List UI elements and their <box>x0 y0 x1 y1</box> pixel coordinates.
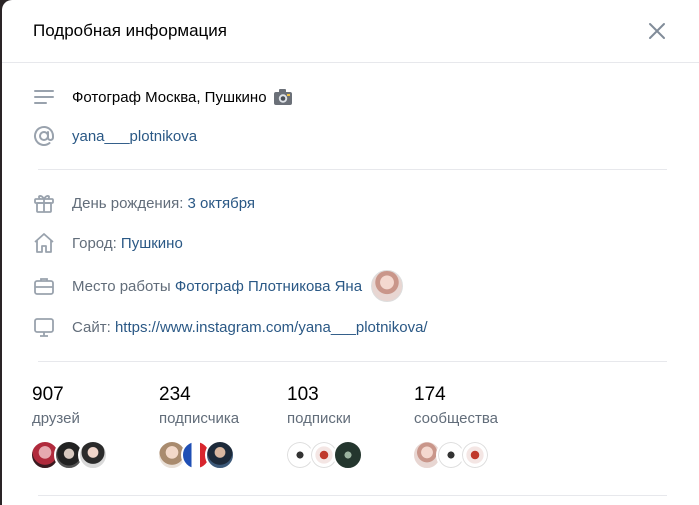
followers-avatars[interactable] <box>157 440 235 470</box>
stat-count: 907 <box>32 384 64 405</box>
status-text: Фотограф Москва, Пушкино <box>72 88 267 106</box>
work-avatar[interactable] <box>371 270 404 302</box>
stat-count: 234 <box>159 384 191 405</box>
stat-followers[interactable]: 234 подписчика <box>159 383 239 430</box>
city-value[interactable]: Пушкино <box>121 235 183 252</box>
modal-header: Подробная информация <box>2 0 699 63</box>
monitor-icon <box>34 318 54 337</box>
close-icon[interactable] <box>645 19 669 43</box>
home-icon <box>34 233 54 253</box>
birthday-value[interactable]: 3 октября <box>188 195 255 212</box>
stat-label: сообщества <box>414 410 498 427</box>
avatar[interactable] <box>333 440 363 470</box>
birthday-row: День рождения: 3 октября <box>32 191 255 215</box>
city-label: Город: <box>72 234 117 252</box>
work-label: Место работы <box>72 277 171 295</box>
stat-communities[interactable]: 174 сообщества <box>414 383 498 430</box>
menu-lines-icon <box>34 90 54 104</box>
avatar[interactable] <box>460 440 490 470</box>
avatar[interactable] <box>205 440 235 470</box>
subscriptions-avatars[interactable] <box>285 440 363 470</box>
username-link[interactable]: yana___plotnikova <box>72 128 197 145</box>
work-value[interactable]: Фотограф Плотникова Яна <box>175 278 362 295</box>
stat-subscriptions[interactable]: 103 подписки <box>287 383 351 430</box>
stat-count: 103 <box>287 384 319 405</box>
communities-avatars[interactable] <box>412 440 490 470</box>
work-row: Место работы Фотограф Плотникова Яна <box>32 270 404 302</box>
camera-emoji-icon <box>273 89 292 105</box>
divider <box>38 495 667 496</box>
divider <box>38 361 667 362</box>
stat-label: подписчика <box>159 410 240 427</box>
stat-label: друзей <box>32 410 80 427</box>
birthday-label: День рождения: <box>72 194 184 212</box>
at-sign-icon <box>34 125 54 146</box>
divider <box>38 169 667 170</box>
site-row: Сайт: https://www.instagram.com/yana___p… <box>32 315 428 339</box>
avatar[interactable] <box>78 440 108 470</box>
site-label: Сайт: <box>72 318 111 336</box>
username-row: yana___plotnikova <box>32 124 197 148</box>
stat-friends[interactable]: 907 друзей <box>32 383 80 430</box>
gift-icon <box>34 195 54 213</box>
status-row: Фотограф Москва, Пушкино <box>32 85 293 109</box>
site-link[interactable]: https://www.instagram.com/yana___plotnik… <box>115 319 428 336</box>
briefcase-icon <box>34 278 54 295</box>
stat-label: подписки <box>287 410 351 427</box>
friends-avatars[interactable] <box>30 440 108 470</box>
profile-details-modal: Подробная информация Фотограф Москва, Пу… <box>2 0 699 505</box>
modal-title: Подробная информация <box>33 21 227 40</box>
city-row: Город: Пушкино <box>32 231 183 255</box>
stat-count: 174 <box>414 384 446 405</box>
